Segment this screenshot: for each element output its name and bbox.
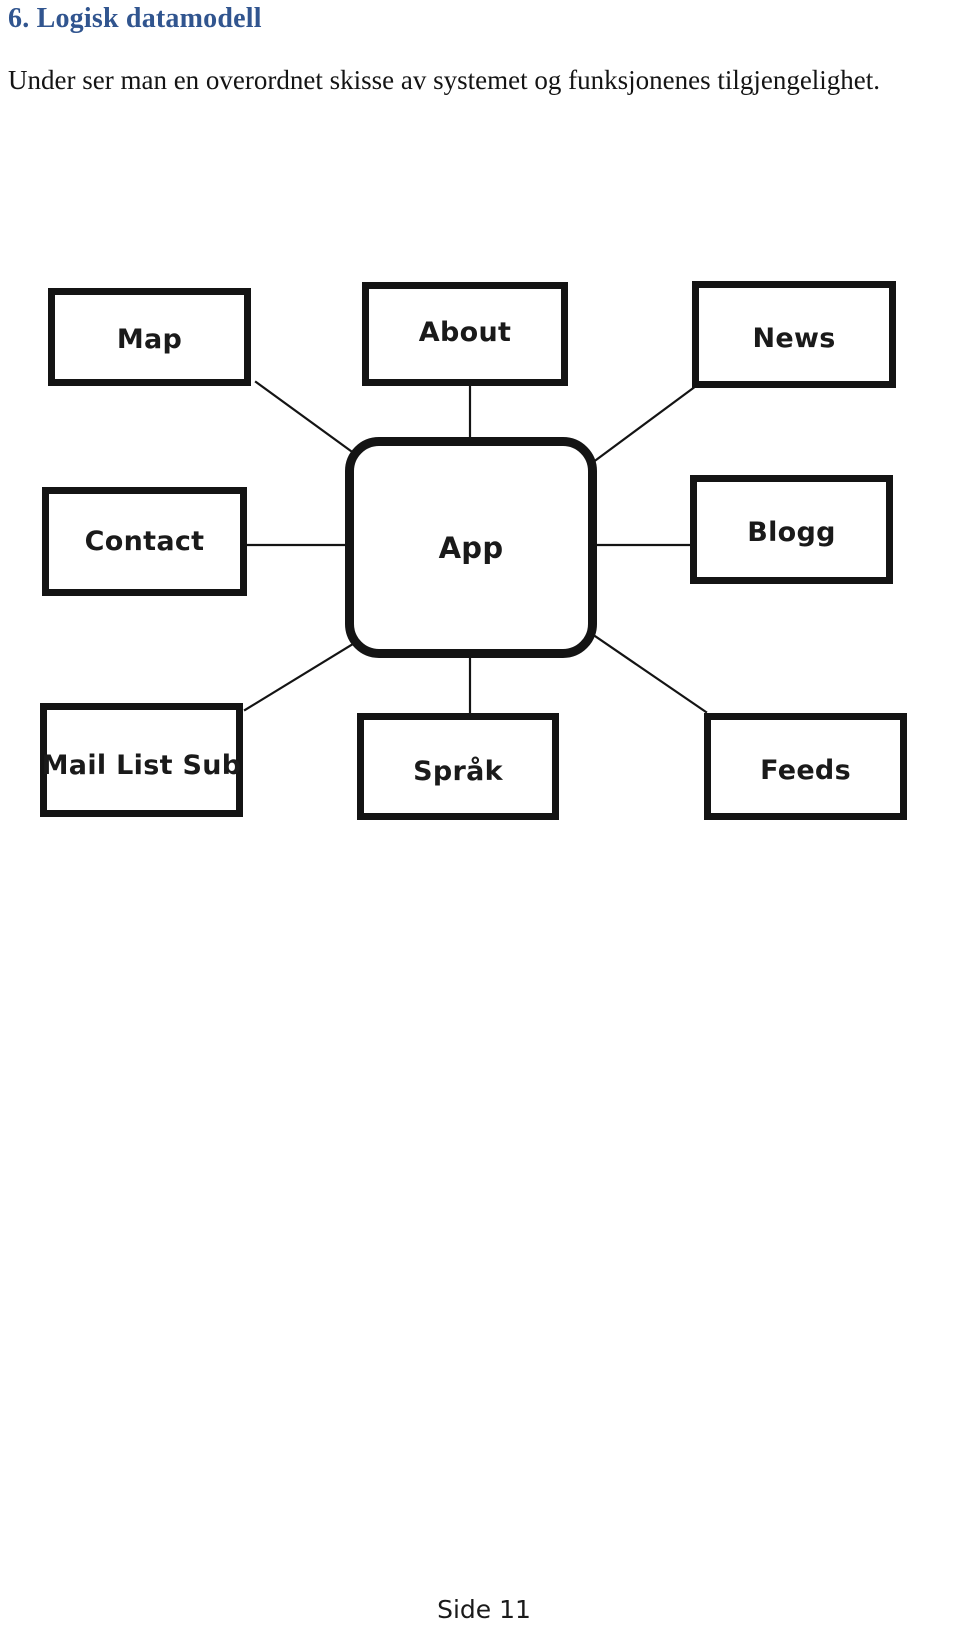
diagram-node-label: Mail List Sub [41,749,242,781]
diagram-node-map[interactable]: Map [48,288,251,386]
page-number-label: Side 11 [437,1595,531,1624]
connector-feeds-app [590,632,708,714]
diagram-node-blogg[interactable]: Blogg [690,475,893,584]
diagram-node-label: App [438,530,504,565]
logical-data-model-diagram [0,0,960,1641]
diagram-node-label: Feeds [760,755,851,786]
body-paragraph: Under ser man en overordnet skisse av sy… [8,65,881,95]
diagram-node-label: Map [116,323,183,355]
section-heading: 6. Logisk datamodell [8,3,262,34]
document-page: 6. Logisk datamodell Under ser man en ov… [0,0,960,1641]
connector-map-app [254,380,368,464]
diagram-node-label: Blogg [747,517,836,548]
diagram-node-label: About [418,316,512,348]
diagram-node-contact[interactable]: Contact [42,487,247,596]
diagram-node-sprak[interactable]: Språk [357,713,559,820]
connector-maillist-app [243,634,368,712]
diagram-node-feeds[interactable]: Feeds [704,713,907,820]
diagram-node-label: Språk [413,756,503,787]
diagram-node-app[interactable]: App [345,437,597,658]
diagram-node-label: News [752,323,836,354]
diagram-node-about[interactable]: About [362,282,568,386]
diagram-node-news[interactable]: News [692,281,896,388]
page-footer: Side 11 [0,1595,960,1624]
connector-news-app [590,384,698,465]
diagram-node-mail-list-sub[interactable]: Mail List Sub [40,703,243,817]
connector-lines [243,380,708,718]
diagram-node-label: Contact [84,526,205,557]
